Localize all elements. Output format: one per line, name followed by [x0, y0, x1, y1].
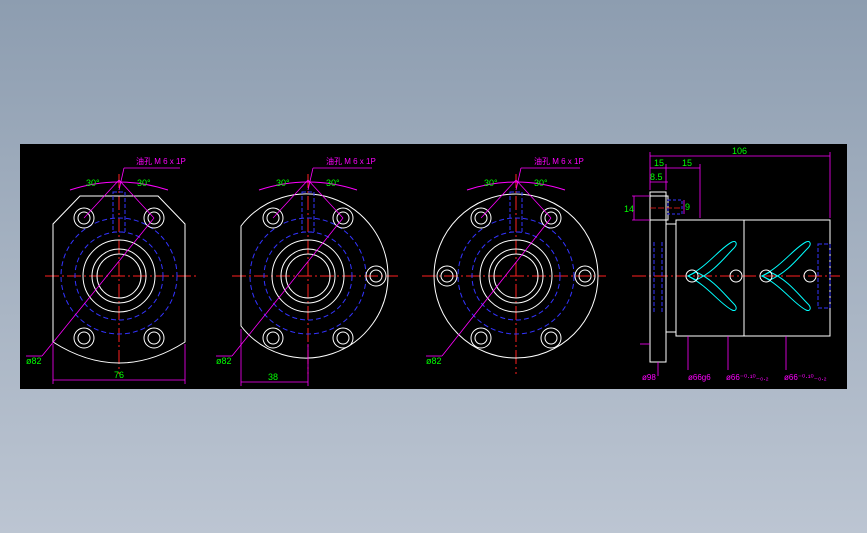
flange-plate: [649, 191, 667, 363]
flange-thickness-label: 15: [654, 158, 664, 168]
width-label: 76: [114, 370, 124, 380]
dia-body-a-label: ø66⁻⁰·¹⁰₋₀.₂: [726, 373, 769, 382]
depth-a-label: 8.5: [650, 172, 663, 182]
angle-label-right: 30°: [326, 178, 340, 188]
diameter-leader: [41, 217, 155, 357]
diameter-leader: [231, 217, 344, 357]
front-view-cut-flange: 30° 30° 油孔 M 6 x 1P ø82 38: [216, 156, 398, 386]
diameter-label: ø82: [216, 356, 232, 366]
angle-label-left: 30°: [86, 178, 100, 188]
depth-b-label: 14: [624, 204, 634, 214]
angle-label-right: 30°: [137, 178, 151, 188]
front-view-round-flange: 30° 30° 油孔 M 6 x 1P ø82: [422, 156, 606, 374]
nut-body-right: [743, 219, 831, 337]
angle-label-right: 30°: [534, 178, 548, 188]
angle-label-left: 30°: [484, 178, 498, 188]
oil-hole-note: 油孔 M 6 x 1P: [136, 156, 186, 166]
depth-c-label: 9: [685, 202, 690, 212]
oil-hole-hidden: [667, 199, 683, 215]
shoulder-label: 15: [682, 158, 692, 168]
side-view: 106 15 15 8.5 14 9 ø98 ø66g6 ø66⁻⁰·¹⁰₋₀.…: [624, 146, 840, 382]
angle-label-left: 30°: [276, 178, 290, 188]
dia-fit-label: ø66g6: [688, 373, 711, 382]
cad-drawing-area: 30° 30° 油孔 M 6 x 1P ø82 76 30° 30° 油孔 M …: [20, 144, 847, 389]
diameter-label: ø82: [426, 356, 442, 366]
length-label: 106: [732, 146, 747, 156]
diameter-label: ø82: [26, 356, 42, 366]
dia-flange-label: ø98: [642, 373, 656, 382]
oil-hole-note: 油孔 M 6 x 1P: [534, 156, 584, 166]
dia-body-b-label: ø66⁻⁰·¹⁰₋₀.₂: [784, 373, 827, 382]
oil-hole-note: 油孔 M 6 x 1P: [326, 156, 376, 166]
offset-label: 38: [268, 372, 278, 382]
front-view-square-flange: 30° 30° 油孔 M 6 x 1P ø82 76: [26, 156, 198, 384]
cad-drawing: 30° 30° 油孔 M 6 x 1P ø82 76 30° 30° 油孔 M …: [26, 146, 840, 386]
